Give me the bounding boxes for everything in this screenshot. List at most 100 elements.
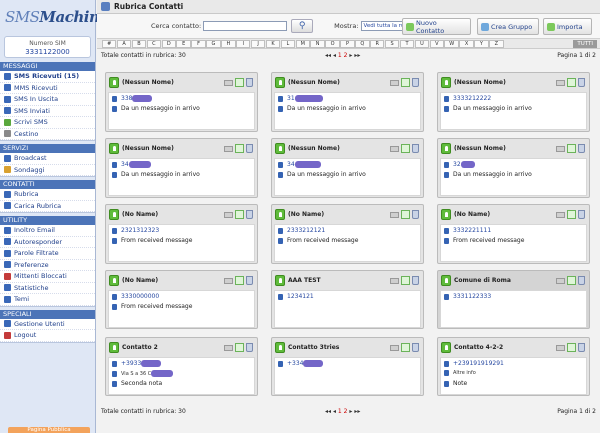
sidebar-item-sms-in-uscita[interactable]: SMS In Uscita xyxy=(0,94,95,106)
view-card-icon[interactable] xyxy=(224,211,233,218)
edit-icon[interactable] xyxy=(235,276,244,285)
sidebar-item-logout[interactable]: Logout xyxy=(0,330,95,342)
alpha-filter-o[interactable]: O xyxy=(325,39,340,48)
view-card-icon[interactable] xyxy=(390,79,399,86)
delete-icon[interactable] xyxy=(578,343,585,352)
page-2-link[interactable]: 2 xyxy=(344,52,348,59)
edit-icon[interactable] xyxy=(235,210,244,219)
contact-card[interactable]: (Nessun Nome) 3333212222 Da un messaggio i… xyxy=(437,72,590,132)
edit-icon[interactable] xyxy=(235,78,244,87)
alpha-filter-r[interactable]: R xyxy=(370,39,385,48)
new-group-button[interactable]: Crea Gruppo xyxy=(477,18,539,35)
alpha-filter-all[interactable]: TUTTI xyxy=(573,39,597,48)
sidebar-item-carica-rubrica[interactable]: Carica Rubrica xyxy=(0,201,95,212)
prev-page-icon[interactable]: ◂ xyxy=(333,52,336,59)
view-card-icon[interactable] xyxy=(224,79,233,86)
alpha-filter-a[interactable]: A xyxy=(116,39,132,48)
sidebar-item-broadcast[interactable]: Broadcast xyxy=(0,153,95,165)
first-page-icon[interactable]: ◂◂ xyxy=(325,52,331,59)
edit-icon[interactable] xyxy=(401,210,410,219)
delete-icon[interactable] xyxy=(246,144,253,153)
view-card-icon[interactable] xyxy=(224,277,233,284)
sidebar-item-autoresponder[interactable]: Autoresponder xyxy=(0,237,95,248)
alpha-filter-m[interactable]: M xyxy=(295,39,310,48)
delete-icon[interactable] xyxy=(578,144,585,153)
contact-card[interactable]: (No Name) 2333212121 From received message xyxy=(271,204,424,264)
edit-icon[interactable] xyxy=(401,78,410,87)
alpha-filter-j[interactable]: J xyxy=(250,39,266,48)
edit-icon[interactable] xyxy=(401,276,410,285)
alpha-filter-z[interactable]: Z xyxy=(489,39,504,48)
alpha-filter-v[interactable]: V xyxy=(429,39,444,48)
alpha-filter-b[interactable]: B xyxy=(131,39,147,48)
alpha-filter-f[interactable]: F xyxy=(191,39,206,48)
alpha-filter-q[interactable]: Q xyxy=(355,39,370,48)
contact-card[interactable]: Contatto 4-2-2 +239191919291 Altre info Not… xyxy=(437,337,590,396)
alpha-filter-i[interactable]: I xyxy=(236,39,251,48)
view-card-icon[interactable] xyxy=(556,277,565,284)
sidebar-item-preferenze[interactable]: Preferenze xyxy=(0,260,95,271)
delete-icon[interactable] xyxy=(578,78,585,87)
sidebar-item-cestino[interactable]: Cestino xyxy=(0,129,95,140)
sidebar-item-rubrica[interactable]: Rubrica xyxy=(0,189,95,201)
alpha-filter-u[interactable]: U xyxy=(414,39,430,48)
search-input[interactable] xyxy=(203,21,288,31)
public-page-tab[interactable]: Pagina Pubblica xyxy=(8,427,90,433)
alpha-filter-e[interactable]: E xyxy=(176,39,191,48)
alpha-filter-s[interactable]: S xyxy=(384,39,400,48)
edit-icon[interactable] xyxy=(235,144,244,153)
alpha-filter-n[interactable]: N xyxy=(310,39,325,48)
page-1-link[interactable]: 1 xyxy=(338,408,342,415)
sidebar-item-sms-ricevuti-15[interactable]: SMS Ricevuti (15) xyxy=(0,71,95,83)
alpha-filter-hash[interactable]: # xyxy=(102,39,117,48)
delete-icon[interactable] xyxy=(412,78,419,87)
alpha-filter-d[interactable]: D xyxy=(161,39,176,48)
view-card-icon[interactable] xyxy=(556,79,565,86)
contact-card[interactable]: Comune di Roma 3331122333 xyxy=(437,270,590,329)
alpha-filter-l[interactable]: L xyxy=(280,39,296,48)
sidebar-item-mittenti-bloccati[interactable]: Mittenti Bloccati xyxy=(0,271,95,283)
alpha-filter-x[interactable]: X xyxy=(459,39,474,48)
edit-icon[interactable] xyxy=(567,343,576,352)
view-card-icon[interactable] xyxy=(390,344,399,351)
delete-icon[interactable] xyxy=(246,78,253,87)
delete-icon[interactable] xyxy=(246,210,253,219)
edit-icon[interactable] xyxy=(567,276,576,285)
first-page-icon[interactable]: ◂◂ xyxy=(325,408,331,415)
search-button[interactable]: ⚲ xyxy=(291,19,314,33)
view-card-icon[interactable] xyxy=(390,211,399,218)
contact-card[interactable]: Contatto 3tries +334 xyxy=(271,337,424,396)
view-card-icon[interactable] xyxy=(390,277,399,284)
delete-icon[interactable] xyxy=(578,210,585,219)
alpha-filter-c[interactable]: C xyxy=(146,39,162,48)
delete-icon[interactable] xyxy=(246,343,253,352)
app-logo[interactable]: SMS Machine xyxy=(0,0,109,34)
sidebar-item-scrivi-sms[interactable]: Scrivi SMS xyxy=(0,117,95,129)
sidebar-item-sms-inviati[interactable]: SMS Inviati xyxy=(0,106,95,117)
alpha-filter-h[interactable]: H xyxy=(221,39,236,48)
import-button[interactable]: Importa xyxy=(543,18,592,35)
prev-page-icon[interactable]: ◂ xyxy=(333,408,336,415)
sidebar-item-temi[interactable]: Temi xyxy=(0,294,95,306)
view-card-icon[interactable] xyxy=(390,145,399,152)
alpha-filter-p[interactable]: P xyxy=(340,39,355,48)
page-1-link[interactable]: 1 xyxy=(338,52,342,59)
new-contact-button[interactable]: Nuovo Contatto xyxy=(402,18,471,35)
delete-icon[interactable] xyxy=(412,343,419,352)
view-card-icon[interactable] xyxy=(224,145,233,152)
edit-icon[interactable] xyxy=(567,78,576,87)
contact-card[interactable]: (No Name) 3330000000 From received message xyxy=(105,270,258,329)
contact-card[interactable]: (Nessun Nome) 34 Da un messaggio in arrivo xyxy=(271,138,424,198)
contact-card[interactable]: Contatto 2 +3933 Via S a 36 C Seconda nota xyxy=(105,337,258,396)
contact-card[interactable]: (No Name) 3332221111 From received message xyxy=(437,204,590,264)
contact-card[interactable]: (Nessun Nome) 32 Da un messaggio in arrivo xyxy=(437,138,590,198)
sidebar-item-parole-filtrate[interactable]: Parole Filtrate xyxy=(0,248,95,260)
view-card-icon[interactable] xyxy=(556,145,565,152)
alpha-filter-k[interactable]: K xyxy=(265,39,281,48)
delete-icon[interactable] xyxy=(246,276,253,285)
sidebar-item-inoltro-email[interactable]: Inoltro Email xyxy=(0,225,95,237)
alpha-filter-w[interactable]: W xyxy=(444,39,459,48)
edit-icon[interactable] xyxy=(567,144,576,153)
delete-icon[interactable] xyxy=(578,276,585,285)
edit-icon[interactable] xyxy=(567,210,576,219)
